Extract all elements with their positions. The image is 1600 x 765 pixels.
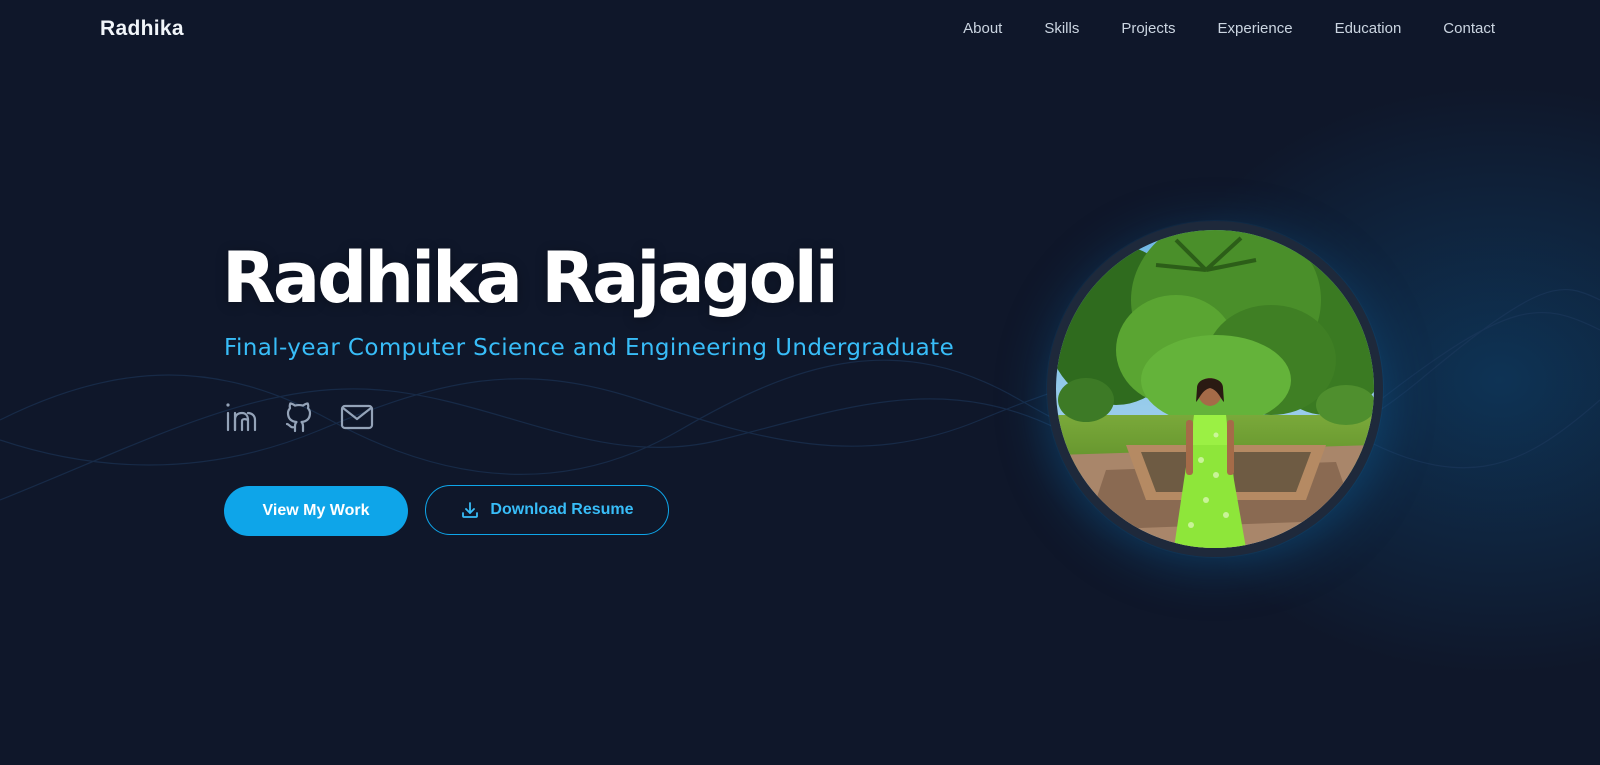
download-icon <box>462 502 479 518</box>
nav-link-about[interactable]: About <box>963 20 1002 37</box>
download-resume-label: Download Resume <box>490 501 634 518</box>
email-link[interactable] <box>340 400 374 434</box>
nav-link-projects[interactable]: Projects <box>1121 20 1175 37</box>
view-my-work-button[interactable]: View My Work <box>224 486 408 536</box>
profile-photo-frame <box>1047 221 1383 557</box>
nav-link-contact[interactable]: Contact <box>1443 20 1495 37</box>
linkedin-link[interactable] <box>224 400 258 434</box>
nav-link-education[interactable]: Education <box>1335 20 1402 37</box>
linkedin-icon <box>226 403 257 432</box>
download-resume-button[interactable]: Download Resume <box>425 485 669 535</box>
top-navigation: Radhika About Skills Projects Experience… <box>0 0 1600 62</box>
hero-name: Radhika Rajagoli <box>222 237 839 319</box>
nav-links: About Skills Projects Experience Educati… <box>921 20 1495 37</box>
github-link[interactable] <box>282 400 316 434</box>
social-links <box>224 400 398 434</box>
hero-subtitle: Final-year Computer Science and Engineer… <box>224 335 955 361</box>
profile-photo <box>1056 230 1374 548</box>
nav-link-skills[interactable]: Skills <box>1044 20 1079 37</box>
github-icon <box>285 402 312 433</box>
nav-link-experience[interactable]: Experience <box>1218 20 1293 37</box>
brand-logo[interactable]: Radhika <box>100 17 184 41</box>
view-my-work-label: View My Work <box>262 502 370 519</box>
mail-icon <box>340 404 374 430</box>
profile-photo-illustration <box>1056 230 1374 548</box>
